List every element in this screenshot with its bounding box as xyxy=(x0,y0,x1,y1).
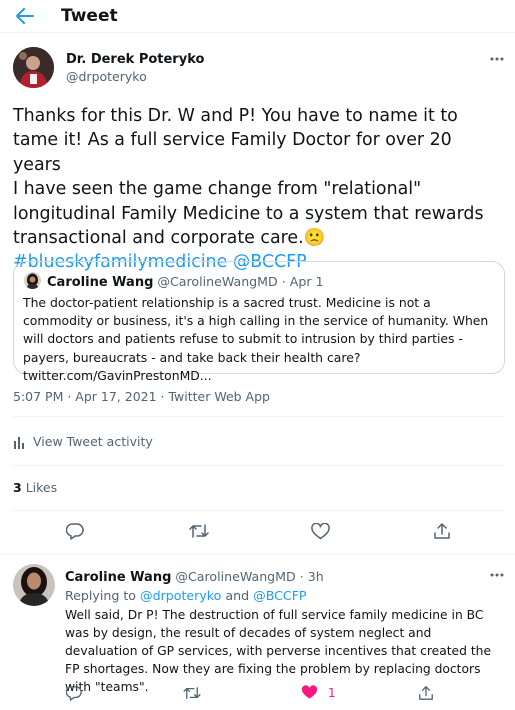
tweet-text-line: Thanks for this Dr. W and P! You have to… xyxy=(13,106,458,126)
tweet-text-line: I have seen the game change from "relati… xyxy=(13,179,422,200)
author-name[interactable]: Dr. Derek Poteryko xyxy=(66,51,204,68)
share-button[interactable] xyxy=(418,685,434,701)
tweet-text: Thanks for this Dr. W and P! You have to… xyxy=(13,104,505,275)
reply-like-count: 1 xyxy=(328,685,336,700)
reply-author-name[interactable]: Caroline Wang xyxy=(65,570,171,585)
heart-icon xyxy=(311,523,330,540)
author-avatar[interactable] xyxy=(13,47,54,88)
quote-date: Apr 1 xyxy=(289,274,324,289)
author-handle[interactable]: @drpoteryko xyxy=(66,69,147,84)
share-icon xyxy=(419,686,433,700)
reply-button[interactable] xyxy=(66,685,82,701)
reply-text: Well said, Dr P! The destruction of full… xyxy=(65,608,492,694)
tweet-text-line: tame it! As a full service Family Doctor… xyxy=(13,130,452,175)
tweet-text-line: transactional and corporate care.🙁 xyxy=(13,226,505,250)
quote-avatar xyxy=(24,272,41,289)
quote-author-name: Caroline Wang xyxy=(47,275,154,290)
bar-chart-icon xyxy=(13,435,25,449)
tweet-timestamp[interactable]: 5:07 PM · Apr 17, 2021 · Twitter Web App xyxy=(13,388,270,406)
tweet-text-segment: transactional and corporate care. xyxy=(13,228,304,249)
more-icon[interactable] xyxy=(487,569,507,581)
share-button[interactable] xyxy=(433,522,451,540)
quote-text: The doctor-patient relationship is a sac… xyxy=(23,295,489,383)
retweet-button[interactable] xyxy=(189,523,209,539)
retweet-icon xyxy=(183,687,201,699)
frowning-emoji: 🙁 xyxy=(303,228,326,249)
view-activity-link[interactable]: View Tweet activity xyxy=(13,434,153,449)
tweet-text-line: longitudinal Family Medicine to a system… xyxy=(13,203,484,224)
replying-mention[interactable]: @BCCFP xyxy=(253,588,306,603)
replying-to: Replying to @drpoteryko and @BCCFP xyxy=(65,587,307,604)
divider xyxy=(0,554,515,555)
quote-author-handle: @CarolineWangMD xyxy=(157,274,278,289)
reply-author-handle[interactable]: @CarolineWangMD xyxy=(175,569,295,584)
retweet-button[interactable] xyxy=(183,686,201,700)
more-icon[interactable] xyxy=(487,53,507,65)
likes-stat[interactable]: 3 Likes xyxy=(13,480,57,495)
divider xyxy=(13,510,505,511)
reply-time[interactable]: 3h xyxy=(308,569,324,584)
share-icon xyxy=(434,523,450,539)
likes-label: Likes xyxy=(25,480,58,495)
replying-mention[interactable]: @drpoteryko xyxy=(140,588,221,603)
replying-and: and xyxy=(225,588,250,603)
reply-icon xyxy=(66,523,84,540)
like-button[interactable]: 1 xyxy=(301,685,336,700)
quote-header: Caroline Wang @CarolineWangMD · Apr 1 xyxy=(47,273,324,291)
likes-count: 3 xyxy=(13,480,22,495)
quoted-tweet[interactable]: Caroline Wang @CarolineWangMD · Apr 1 Th… xyxy=(13,261,505,383)
view-activity-label: View Tweet activity xyxy=(33,434,153,449)
divider xyxy=(13,416,505,417)
reply-separator: · xyxy=(299,569,304,584)
divider xyxy=(13,465,505,466)
top-bar: Tweet xyxy=(0,0,515,33)
back-arrow-icon[interactable] xyxy=(12,4,38,28)
like-button[interactable] xyxy=(311,523,330,540)
reply-button[interactable] xyxy=(66,522,84,540)
reply-header: Caroline Wang @CarolineWangMD · 3h xyxy=(65,568,324,586)
heart-icon xyxy=(301,685,318,699)
reply-icon xyxy=(66,686,82,701)
retweet-icon xyxy=(189,524,209,538)
page-title: Tweet xyxy=(61,6,118,26)
replying-to-prefix: Replying to xyxy=(65,588,136,603)
reply-avatar[interactable] xyxy=(13,564,55,606)
quote-separator: · xyxy=(281,274,286,289)
